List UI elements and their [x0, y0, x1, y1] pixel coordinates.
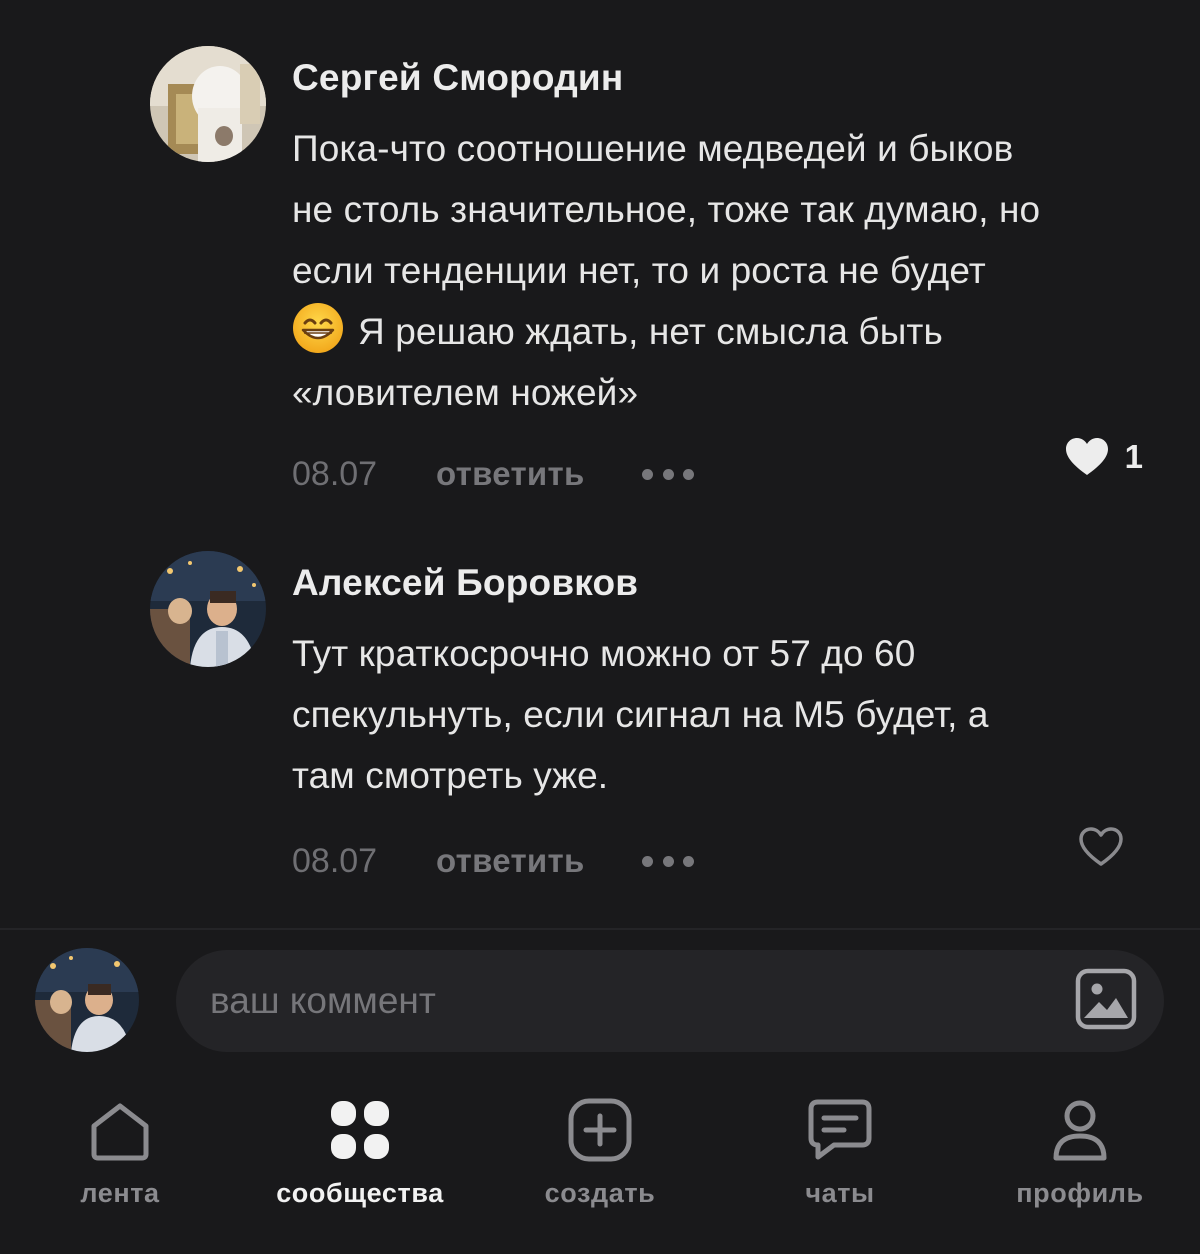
nav-label: чаты	[805, 1178, 875, 1208]
comment-text: Тут краткосрочно можно от 57 до 60 спеку…	[292, 623, 1172, 806]
comment-author[interactable]: Алексей Боровков	[292, 564, 1160, 601]
nav-item-feed[interactable]: лента	[0, 1080, 240, 1230]
reply-button[interactable]: ответить	[436, 842, 642, 880]
comment-text-line: если тенденции нет, то и роста не будет	[292, 250, 986, 291]
nav-label: сообщества	[276, 1178, 444, 1208]
comment-meta: 08.07 ответить	[292, 827, 1160, 886]
chat-icon	[804, 1094, 876, 1166]
comment-author[interactable]: Сергей Смородин	[292, 59, 1160, 96]
nav-item-create[interactable]: создать	[480, 1080, 720, 1230]
comment-text-line: Я решаю ждать, нет смысла быть	[358, 311, 943, 352]
current-user-avatar[interactable]	[35, 948, 139, 1052]
communities-icon	[324, 1094, 396, 1166]
more-options-icon[interactable]	[642, 464, 694, 484]
comment-text-line: не столь значительное, тоже так думаю, н…	[292, 189, 1041, 230]
comment-text-line: «ловителем ножей»	[292, 372, 639, 413]
nav-label: лента	[80, 1178, 160, 1208]
avatar[interactable]	[150, 551, 266, 667]
profile-icon	[1044, 1094, 1116, 1166]
home-icon	[84, 1094, 156, 1166]
comment-text: Пока-что соотношение медведей и быков не…	[292, 118, 1172, 423]
image-icon[interactable]	[1075, 968, 1137, 1030]
nav-item-communities[interactable]: сообщества	[240, 1080, 480, 1230]
nav-label: создать	[544, 1178, 656, 1208]
reply-button[interactable]: ответить	[436, 455, 642, 493]
bottom-nav: лента сообщества создать чаты профиль	[0, 1080, 1200, 1254]
heart-outline-icon	[1079, 827, 1123, 866]
grinning-face-emoji	[292, 302, 344, 354]
nav-label: профиль	[1016, 1178, 1144, 1208]
avatar[interactable]	[150, 46, 266, 162]
like-button[interactable]	[1078, 826, 1140, 868]
comment-text-line: Тут краткосрочно можно от 57 до 60	[292, 633, 916, 674]
comment-text-line: Пока-что соотношение медведей и быков	[292, 128, 1014, 169]
comment-date: 08.07	[292, 841, 378, 880]
like-count: 1	[1124, 438, 1143, 475]
create-icon	[564, 1094, 636, 1166]
like-button[interactable]: 1	[1065, 437, 1143, 477]
nav-item-chats[interactable]: чаты	[720, 1080, 960, 1230]
comment-text-line: спекульнуть, если сигнал на М5 будет, а	[292, 694, 989, 735]
nav-item-profile[interactable]: профиль	[960, 1080, 1200, 1230]
comment-meta: 08.07 ответить 1	[292, 438, 1160, 499]
comment-date: 08.07	[292, 454, 378, 493]
divider	[0, 928, 1200, 930]
comment-input[interactable]	[176, 950, 1164, 1052]
comment-text-line: там смотреть уже.	[292, 755, 609, 796]
more-options-icon[interactable]	[642, 851, 694, 871]
heart-filled-icon	[1065, 438, 1108, 475]
